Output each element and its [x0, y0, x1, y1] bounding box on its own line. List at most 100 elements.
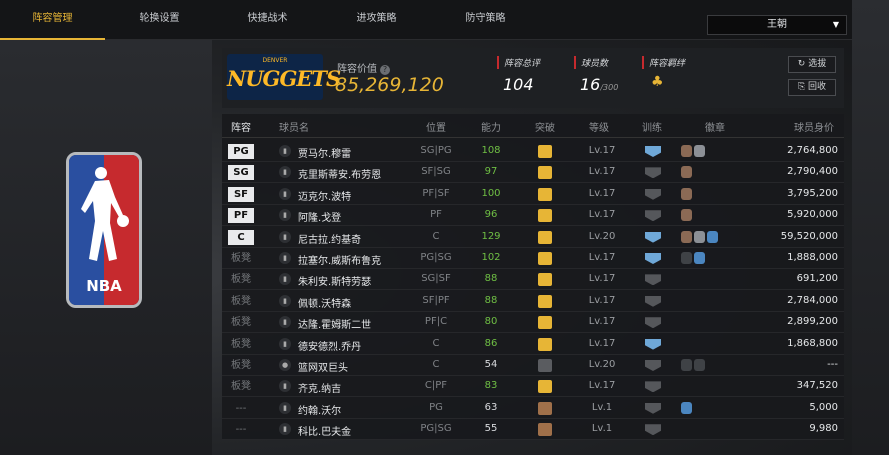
training-shield-icon[interactable] [645, 381, 661, 393]
lineup-slot[interactable]: PF [228, 208, 254, 224]
table-row[interactable]: PF ▮ 阿隆.戈登 PF 96 Lv.17 5,920,000 [222, 205, 844, 227]
badge-icon[interactable] [694, 230, 705, 243]
col-badges[interactable]: 徽章 [705, 119, 725, 134]
breakthrough-icon[interactable] [538, 230, 552, 244]
breakthrough-icon[interactable] [538, 359, 552, 372]
table-row[interactable]: --- ▮ 约翰.沃尔 PG 63 Lv.1 5,000 [222, 398, 844, 419]
player-name[interactable]: 约翰.沃尔 [298, 402, 341, 417]
player-name[interactable]: 尼古拉.约基奇 [298, 231, 361, 246]
lineup-slot[interactable]: C [228, 229, 254, 245]
tab-quick-tactics[interactable]: 快捷战术 [215, 0, 320, 40]
badge-icon[interactable] [681, 401, 692, 414]
breakthrough-icon[interactable] [538, 166, 552, 180]
lineup-slot[interactable]: --- [228, 422, 254, 437]
recycle-button[interactable]: ⎘ 回收 [788, 79, 836, 96]
badge-icon[interactable] [681, 209, 692, 222]
col-breakthrough[interactable]: 突破 [535, 119, 555, 134]
lineup-slot[interactable]: 板凳 [228, 379, 254, 394]
breakthrough-icon[interactable] [538, 273, 552, 287]
training-shield-icon[interactable] [645, 402, 661, 414]
col-position[interactable]: 位置 [426, 119, 446, 134]
badge-icon[interactable] [694, 145, 705, 157]
lineup-slot[interactable]: --- [228, 401, 254, 416]
table-row[interactable]: 板凳 ▮ 佩顿.沃特森 SF|PF 88 Lv.17 2,784,000 [222, 291, 844, 312]
table-row[interactable]: 板凳 ▮ 朱利安.斯特劳瑟 SG|SF 88 Lv.17 691,200 [222, 269, 844, 291]
breakthrough-icon[interactable] [538, 423, 552, 437]
lineup-slot[interactable]: 板凳 [228, 251, 254, 266]
breakthrough-icon[interactable] [538, 380, 552, 394]
player-name[interactable]: 贾马尔.穆雷 [298, 145, 351, 160]
training-shield-icon[interactable] [645, 317, 661, 329]
training-shield-icon[interactable] [645, 210, 661, 222]
training-shield-icon[interactable] [645, 424, 661, 436]
badge-icon[interactable] [681, 166, 692, 179]
lineup-slot[interactable]: 板凳 [228, 294, 254, 309]
col-lineup[interactable]: 阵容 [231, 119, 251, 134]
breakthrough-icon[interactable] [538, 337, 552, 351]
bond-icon[interactable]: ♣ [651, 74, 685, 90]
player-name[interactable]: 克里斯蒂安.布劳恩 [298, 166, 381, 181]
lineup-slot[interactable]: SG [228, 165, 254, 181]
training-shield-icon[interactable] [645, 360, 661, 371]
player-name[interactable]: 篮网双巨头 [298, 359, 348, 374]
col-training[interactable]: 训练 [642, 119, 662, 134]
team-select[interactable]: 王朝 ▼ [707, 15, 847, 35]
col-worth[interactable]: 球员身价 [794, 119, 834, 134]
badge-icon[interactable] [681, 252, 692, 264]
player-name[interactable]: 齐克.纳吉 [298, 380, 341, 395]
table-row[interactable]: 板凳 ▮ 齐克.纳吉 C|PF 83 Lv.17 347,520 [222, 376, 844, 398]
breakthrough-icon[interactable] [538, 316, 552, 330]
badge-icon[interactable] [681, 230, 692, 243]
training-shield-icon[interactable] [645, 274, 661, 286]
badge-icon[interactable] [681, 359, 692, 371]
badge-icon[interactable] [681, 187, 692, 200]
player-name[interactable]: 拉塞尔.威斯布鲁克 [298, 252, 381, 267]
player-name[interactable]: 德安德烈.乔丹 [298, 338, 361, 353]
breakthrough-icon[interactable] [538, 145, 552, 158]
select-button[interactable]: ↻ 选拔 [788, 56, 836, 73]
lineup-slot[interactable]: 板凳 [228, 337, 254, 352]
lineup-slot[interactable]: 板凳 [228, 358, 254, 373]
lineup-slot[interactable]: PG [228, 144, 254, 159]
breakthrough-icon[interactable] [538, 252, 552, 265]
breakthrough-icon[interactable] [538, 401, 552, 415]
table-row[interactable]: --- ▮ 科比.巴夫金 PG|SG 55 Lv.1 9,980 [222, 419, 844, 441]
training-shield-icon[interactable] [645, 167, 661, 179]
training-shield-icon[interactable] [645, 253, 661, 264]
training-shield-icon[interactable] [645, 188, 661, 200]
training-shield-icon[interactable] [645, 338, 661, 350]
table-row[interactable]: 板凳 ▮ 拉塞尔.威斯布鲁克 PG|SG 102 Lv.17 1,888,000 [222, 248, 844, 269]
badge-icon[interactable] [707, 230, 718, 243]
player-name[interactable]: 科比.巴夫金 [298, 423, 351, 438]
player-name[interactable]: 达隆.霍姆斯二世 [298, 316, 371, 331]
lineup-slot[interactable]: SF [228, 186, 254, 202]
badge-icon[interactable] [694, 252, 705, 264]
table-row[interactable]: 板凳 ▮ 德安德烈.乔丹 C 86 Lv.17 1,868,800 [222, 334, 844, 355]
table-row[interactable]: 板凳 ● 篮网双巨头 C 54 Lv.20 --- [222, 355, 844, 376]
breakthrough-icon[interactable] [538, 187, 552, 201]
col-level[interactable]: 等级 [589, 119, 609, 134]
player-name[interactable]: 阿隆.戈登 [298, 209, 341, 224]
player-name[interactable]: 朱利安.斯特劳瑟 [298, 273, 371, 288]
breakthrough-icon[interactable] [538, 294, 552, 308]
badge-icon[interactable] [694, 359, 705, 371]
training-shield-icon[interactable] [645, 295, 661, 307]
table-row[interactable]: SG ▮ 克里斯蒂安.布劳恩 SF|SG 97 Lv.17 2,790,400 [222, 162, 844, 184]
training-shield-icon[interactable] [645, 231, 661, 243]
table-row[interactable]: PG ▮ 贾马尔.穆雷 SG|PG 108 Lv.17 2,764,800 [222, 141, 844, 162]
table-row[interactable]: SF ▮ 迈克尔.波特 PF|SF 100 Lv.17 3,795,200 [222, 184, 844, 205]
lineup-slot[interactable]: 板凳 [228, 315, 254, 330]
tab-defense[interactable]: 防守策略 [433, 0, 538, 40]
col-name[interactable]: 球员名 [279, 119, 309, 134]
tab-lineup[interactable]: 阵容管理 [0, 0, 105, 40]
player-name[interactable]: 迈克尔.波特 [298, 188, 351, 203]
table-row[interactable]: C ▮ 尼古拉.约基奇 C 129 Lv.20 59,520,000 [222, 227, 844, 248]
player-name[interactable]: 佩顿.沃特森 [298, 295, 351, 310]
tab-offense[interactable]: 进攻策略 [324, 0, 429, 40]
col-rating[interactable]: 能力 [481, 119, 501, 134]
lineup-slot[interactable]: 板凳 [228, 272, 254, 287]
badge-icon[interactable] [681, 145, 692, 157]
breakthrough-icon[interactable] [538, 209, 552, 223]
training-shield-icon[interactable] [645, 146, 661, 157]
table-row[interactable]: 板凳 ▮ 达隆.霍姆斯二世 PF|C 80 Lv.17 2,899,200 [222, 312, 844, 334]
